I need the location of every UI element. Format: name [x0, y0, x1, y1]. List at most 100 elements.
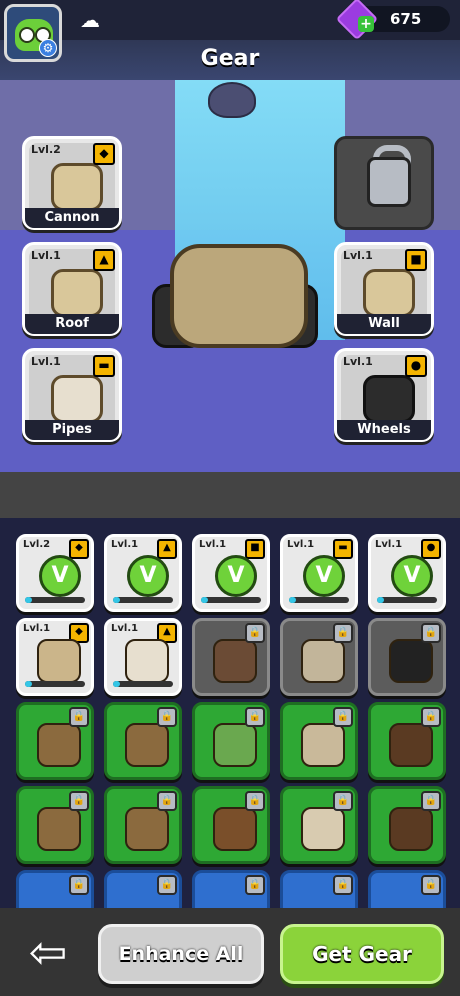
locked-gear-card[interactable]: 🔒: [280, 870, 358, 908]
wall-icon: [213, 639, 257, 683]
settings-gear-icon[interactable]: ⚙: [39, 39, 57, 57]
player-avatar[interactable]: ⚙: [4, 4, 62, 62]
title-bar: Gear: [0, 40, 460, 80]
lock-icon: 🔒: [69, 875, 89, 895]
get-gear-button[interactable]: Get Gear: [280, 924, 444, 984]
progress-bar: [201, 597, 261, 603]
slot-name: Wall: [337, 314, 431, 334]
skull-emblem-icon: [208, 82, 256, 118]
checkmark-icon: V: [303, 555, 345, 597]
locked-gear-card[interactable]: 🔒: [368, 870, 446, 908]
circle-shape-icon: ●: [421, 539, 441, 559]
barrel-wheel-icon: [389, 807, 433, 851]
locked-gear-card[interactable]: 🔒: [16, 870, 94, 908]
lock-icon: 🔒: [421, 791, 441, 811]
lock-icon: 🔒: [157, 707, 177, 727]
slot-pipes[interactable]: Lvl.1 ▬ Pipes: [22, 348, 122, 442]
triangle-shape-icon: ▲: [93, 249, 115, 271]
gear-grid: Lvl.2 ◆ V Lvl.1 ▲ V Lvl.1 ■ V Lvl.1 ▬ V …: [0, 518, 460, 908]
wall-icon: [363, 269, 415, 317]
locked-gear-card[interactable]: 🔒: [280, 618, 358, 696]
gear-stage: Lvl.2 ◆ Cannon Lvl.1 ▲ Roof Lvl.1 ▬ Pipe…: [0, 80, 460, 472]
gem-counter[interactable]: + 675: [335, 0, 450, 41]
gear-card[interactable]: Lvl.1 ■ V: [192, 534, 270, 612]
locked-gear-card[interactable]: 🔒: [280, 786, 358, 864]
progress-bar: [25, 681, 85, 687]
slot-wall[interactable]: Lvl.1 ■ Wall: [334, 242, 434, 336]
slot-level: Lvl.2: [31, 143, 61, 156]
roof-icon: [125, 807, 169, 851]
locked-gear-card[interactable]: 🔒: [192, 870, 270, 908]
slot-cannon[interactable]: Lvl.2 ◆ Cannon: [22, 136, 122, 230]
locked-gear-card[interactable]: 🔒: [16, 786, 94, 864]
bar-shape-icon: ▬: [93, 355, 115, 377]
lock-icon: 🔒: [69, 707, 89, 727]
add-gems-icon[interactable]: +: [358, 16, 374, 32]
bottom-bar: ⇦ Enhance All Get Gear: [0, 908, 460, 996]
gem-count: 675: [390, 10, 422, 28]
card-level: Lvl.2: [23, 539, 51, 550]
locked-slot[interactable]: [334, 136, 434, 230]
checkmark-icon: V: [391, 555, 433, 597]
checkmark-icon: V: [127, 555, 169, 597]
progress-fill: [377, 597, 385, 603]
lock-icon: [367, 157, 411, 207]
lock-icon: 🔒: [333, 707, 353, 727]
lock-icon: 🔒: [333, 623, 353, 643]
checkmark-icon: V: [39, 555, 81, 597]
gear-card[interactable]: Lvl.1 ▲: [104, 618, 182, 696]
barrel-icon: [389, 723, 433, 767]
slot-name: Roof: [25, 314, 119, 334]
card-level: Lvl.1: [375, 539, 403, 550]
gear-card[interactable]: Lvl.1 ● V: [368, 534, 446, 612]
lock-icon: 🔒: [333, 875, 353, 895]
slot-name: Wheels: [337, 420, 431, 440]
frog-pipes-icon: [213, 807, 257, 851]
lock-icon: 🔒: [421, 875, 441, 895]
progress-fill: [25, 597, 33, 603]
diamond-shape-icon: ◆: [69, 539, 89, 559]
lock-icon: 🔒: [245, 875, 265, 895]
progress-fill: [289, 597, 297, 603]
lock-icon: 🔒: [157, 791, 177, 811]
locked-gear-card[interactable]: 🔒: [104, 786, 182, 864]
slot-roof[interactable]: Lvl.1 ▲ Roof: [22, 242, 122, 336]
locked-gear-card[interactable]: 🔒: [368, 618, 446, 696]
locked-gear-card[interactable]: 🔒: [368, 786, 446, 864]
cannon-icon: [37, 639, 81, 683]
locked-gear-card[interactable]: 🔒: [192, 702, 270, 780]
cannon-icon: [37, 723, 81, 767]
circle-shape-icon: ●: [405, 355, 427, 377]
back-arrow-icon[interactable]: ⇦: [12, 928, 84, 976]
bar-shape-icon: ▬: [333, 539, 353, 559]
square-shape-icon: ■: [405, 249, 427, 271]
skull-icon: [301, 639, 345, 683]
locked-gear-card[interactable]: 🔒: [104, 702, 182, 780]
progress-fill: [113, 681, 121, 687]
locked-gear-card[interactable]: 🔒: [368, 702, 446, 780]
locked-gear-card[interactable]: 🔒: [192, 618, 270, 696]
gear-card[interactable]: Lvl.2 ◆ V: [16, 534, 94, 612]
spiked-skull-icon: [301, 807, 345, 851]
slot-level: Lvl.1: [343, 355, 373, 368]
cannon-icon: [37, 807, 81, 851]
square-shape-icon: ■: [245, 539, 265, 559]
enhance-all-button[interactable]: Enhance All: [98, 924, 264, 984]
locked-gear-card[interactable]: 🔒: [16, 702, 94, 780]
gear-card[interactable]: Lvl.1 ▬ V: [280, 534, 358, 612]
triangle-shape-icon: ▲: [157, 539, 177, 559]
card-level: Lvl.1: [23, 623, 51, 634]
locked-gear-card[interactable]: 🔒: [280, 702, 358, 780]
lock-icon: 🔒: [245, 791, 265, 811]
gear-card[interactable]: Lvl.1 ▲ V: [104, 534, 182, 612]
progress-fill: [25, 681, 33, 687]
gear-card[interactable]: Lvl.1 ◆: [16, 618, 94, 696]
roof-icon: [51, 269, 103, 317]
card-level: Lvl.1: [199, 539, 227, 550]
frog-wall-icon: [213, 723, 257, 767]
locked-gear-card[interactable]: 🔒: [104, 870, 182, 908]
slot-wheels[interactable]: Lvl.1 ● Wheels: [334, 348, 434, 442]
lock-icon: 🔒: [245, 623, 265, 643]
locked-gear-card[interactable]: 🔒: [192, 786, 270, 864]
lock-icon: 🔒: [69, 791, 89, 811]
